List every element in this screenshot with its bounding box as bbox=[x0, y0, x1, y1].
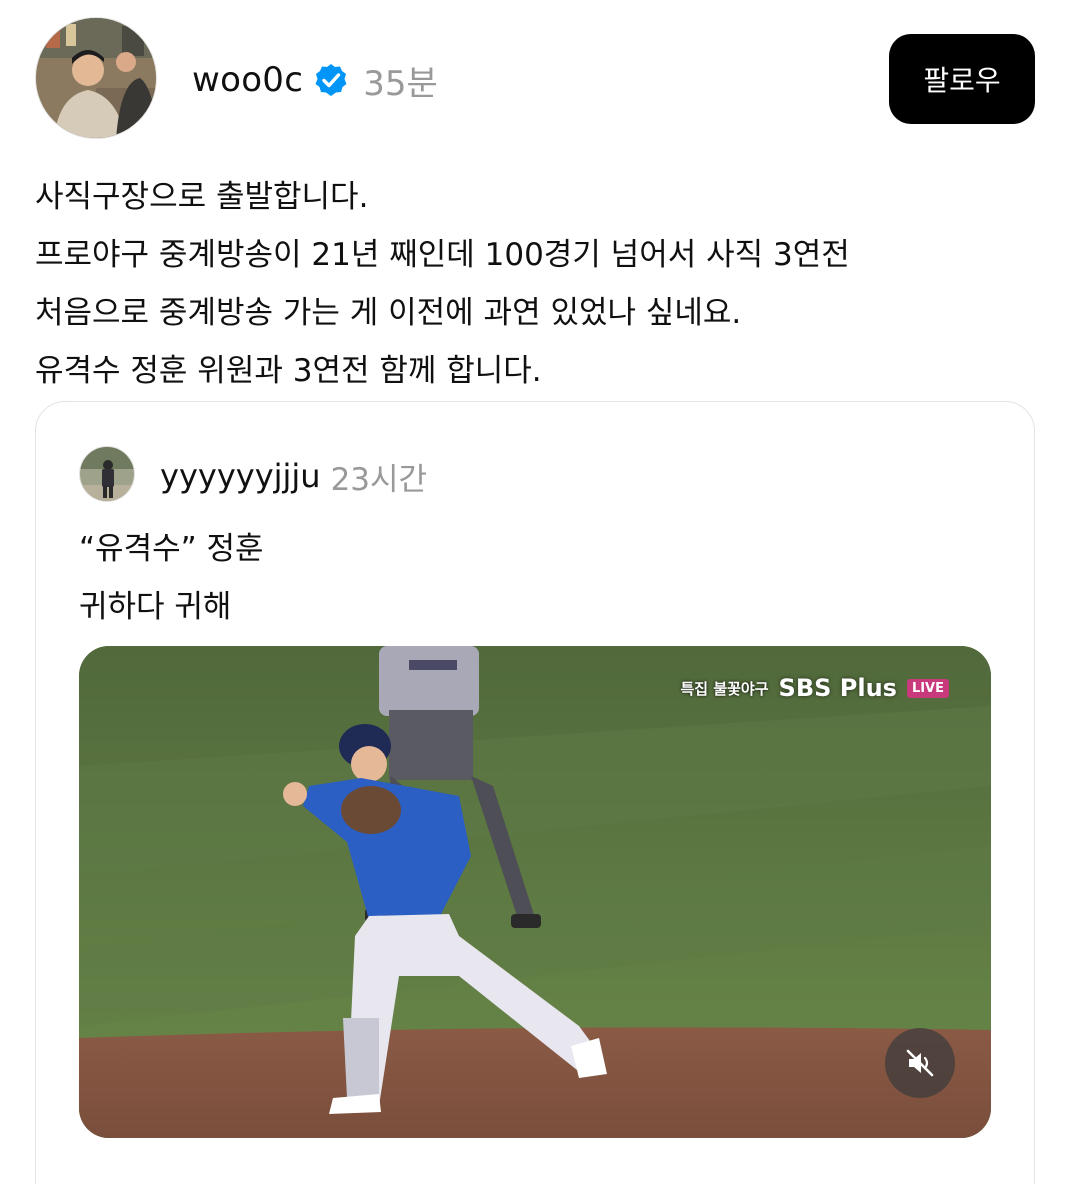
live-badge: LIVE bbox=[906, 678, 949, 698]
post-timestamp: 35분 bbox=[363, 63, 438, 104]
mute-toggle-button[interactable] bbox=[885, 1028, 955, 1098]
quoted-author-username[interactable]: yyyyyyjjju bbox=[160, 457, 321, 495]
threads-post: woo0c 35분 팔로우 사직구장으로 출발합니다. 프로야구 중계방송이 2… bbox=[0, 0, 1080, 1184]
author-avatar[interactable] bbox=[35, 17, 157, 139]
post-header: woo0c 35분 bbox=[192, 52, 438, 108]
video-player[interactable]: 특집 불꽃야구 SBS Plus LIVE bbox=[79, 646, 991, 1138]
verified-badge-icon bbox=[313, 62, 349, 98]
quoted-post-body: “유격수” 정훈 귀하다 귀해 bbox=[79, 520, 264, 636]
quoted-post-header: yyyyyyjjju 23시간 bbox=[160, 454, 427, 498]
quoted-post-card[interactable]: yyyyyyjjju 23시간 “유격수” 정훈 귀하다 귀해 특집 불꽃야구 … bbox=[35, 401, 1035, 1184]
post-body-line: 처음으로 중계방송 가는 게 이전에 과연 있었나 싶네요. bbox=[35, 295, 742, 331]
post-body-line: 사직구장으로 출발합니다. bbox=[35, 179, 369, 215]
author-username[interactable]: woo0c bbox=[192, 60, 303, 100]
follow-button[interactable]: 팔로우 bbox=[889, 34, 1035, 124]
quoted-body-line: “유격수” 정훈 bbox=[79, 531, 264, 567]
post-body-line: 유격수 정훈 위원과 3연전 함께 합니다. bbox=[35, 353, 542, 389]
quoted-avatar-image bbox=[80, 447, 134, 501]
post-body: 사직구장으로 출발합니다. 프로야구 중계방송이 21년 째인데 100경기 넘… bbox=[35, 168, 1035, 400]
broadcast-program-tag: 특집 불꽃야구 bbox=[680, 679, 769, 698]
baseball-video-frame bbox=[79, 646, 991, 1138]
author-avatar-image bbox=[36, 18, 156, 138]
quoted-body-line: 귀하다 귀해 bbox=[79, 589, 232, 625]
quoted-timestamp: 23시간 bbox=[330, 461, 428, 498]
quoted-author-avatar[interactable] bbox=[79, 446, 135, 502]
broadcast-channel-logo: SBS Plus bbox=[778, 674, 897, 702]
broadcast-overlay: 특집 불꽃야구 SBS Plus LIVE bbox=[680, 674, 949, 702]
post-body-line: 프로야구 중계방송이 21년 째인데 100경기 넘어서 사직 3연전 bbox=[35, 237, 850, 273]
speaker-muted-icon bbox=[906, 1049, 934, 1077]
